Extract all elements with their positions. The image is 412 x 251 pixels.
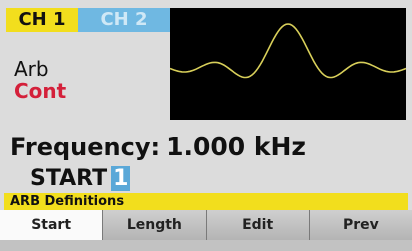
start-parameter: START 1: [30, 166, 131, 191]
waveform-type-label: Arb: [14, 57, 49, 81]
frequency-value[interactable]: 1.000 kHz: [166, 132, 306, 161]
menu-title-bar: ARB Definitions: [4, 193, 408, 210]
softkey-prev[interactable]: Prev: [309, 210, 412, 240]
softkey-start[interactable]: Start: [0, 210, 104, 240]
waveform-preview: [170, 8, 406, 120]
frequency-readout: Frequency: 1.000 kHz: [10, 132, 306, 161]
sinc-waveform-icon: [170, 23, 406, 79]
run-mode-label: Cont: [14, 79, 67, 103]
function-generator-display: CH 1 CH 2 Arb Cont Frequency: 1.000 kHz S…: [0, 0, 412, 251]
start-value-cursor[interactable]: 1: [111, 166, 131, 191]
channel-2-tab[interactable]: CH 2: [78, 8, 170, 32]
channel-1-tab[interactable]: CH 1: [6, 8, 78, 32]
frequency-label: Frequency:: [10, 133, 161, 161]
softkey-bar: Start Length Edit Prev: [0, 210, 412, 251]
softkey-length[interactable]: Length: [103, 210, 207, 240]
softkey-edit[interactable]: Edit: [206, 210, 310, 240]
start-label: START: [30, 166, 108, 191]
